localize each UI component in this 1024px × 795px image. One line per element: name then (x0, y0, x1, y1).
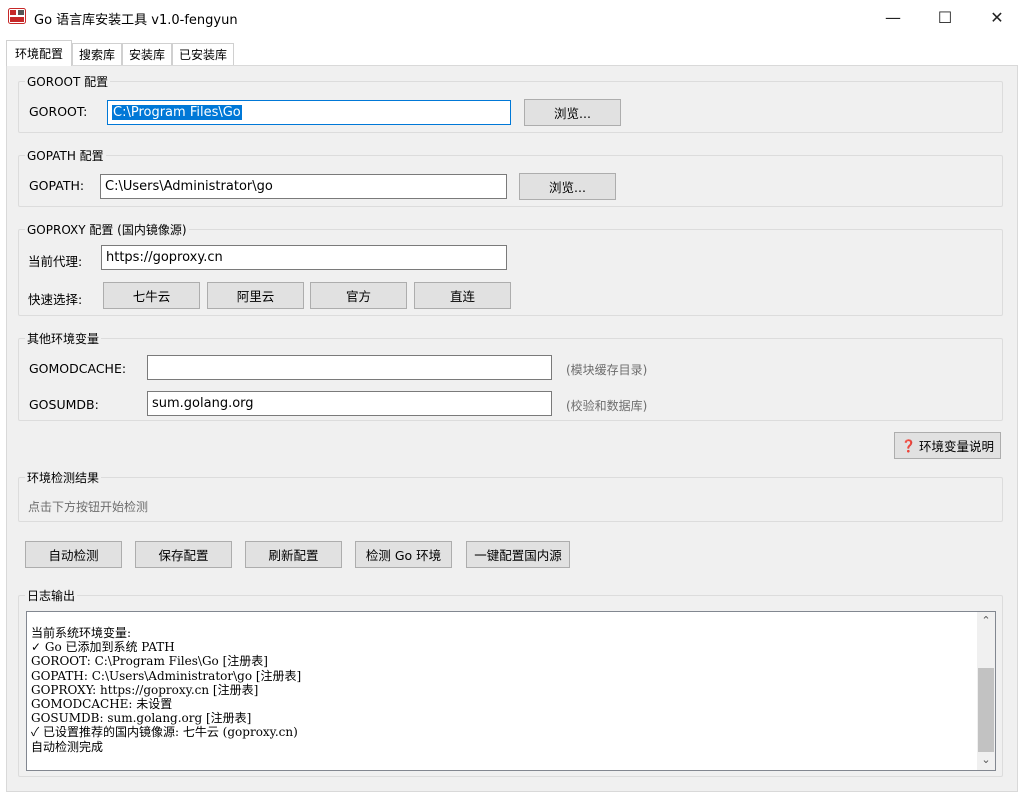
check-go-env-button[interactable]: 检测 Go 环境 (355, 541, 452, 568)
gomodcache-hint: (模块缓存目录) (566, 363, 648, 377)
gomodcache-label: GOMODCACHE: (29, 361, 127, 376)
log-line: 自动检测完成 (31, 739, 104, 754)
detect-result-text: 点击下方按钮开始检测 (28, 500, 149, 514)
gosumdb-input[interactable]: sum.golang.org (147, 391, 552, 416)
detect-result-group-title: 环境检测结果 (25, 469, 102, 486)
scrollbar-thumb[interactable] (978, 668, 994, 752)
log-line: GOROOT: C:\Program Files\Go [注册表] (31, 654, 268, 669)
proxy-qiniu-button[interactable]: 七牛云 (103, 282, 200, 309)
env-help-button[interactable]: ❓ 环境变量说明 (894, 432, 1001, 459)
auto-detect-button[interactable]: 自动检测 (25, 541, 122, 568)
scroll-up-icon[interactable]: ⌃ (977, 614, 995, 630)
current-proxy-label: 当前代理: (28, 254, 83, 269)
goproxy-input[interactable]: https://goproxy.cn (101, 245, 507, 270)
gosumdb-hint: (校验和数据库) (566, 399, 648, 413)
detect-result-group (18, 477, 1003, 522)
one-click-domestic-button[interactable]: 一键配置国内源 (466, 541, 570, 568)
tab-env-config[interactable]: 环境配置 (6, 40, 72, 66)
gomodcache-input[interactable] (147, 355, 552, 380)
tab-install[interactable]: 安装库 (122, 43, 172, 65)
gopath-input[interactable]: C:\Users\Administrator\go (100, 174, 507, 199)
help-icon: ❓ (901, 438, 916, 453)
env-help-label: 环境变量说明 (918, 439, 994, 454)
refresh-config-button[interactable]: 刷新配置 (245, 541, 342, 568)
log-line: GOMODCACHE: 未设置 (31, 697, 173, 712)
window-title: Go 语言库安装工具 v1.0-fengyun (34, 13, 238, 28)
other-env-group-title: 其他环境变量 (25, 330, 102, 347)
quick-select-label: 快速选择: (28, 292, 83, 307)
close-button[interactable]: ✕ (974, 0, 1020, 34)
minimize-button[interactable]: — (870, 0, 916, 34)
tab-search[interactable]: 搜索库 (72, 43, 122, 65)
proxy-aliyun-button[interactable]: 阿里云 (207, 282, 304, 309)
scroll-down-icon[interactable]: ⌄ (977, 753, 995, 769)
goproxy-group-title: GOPROXY 配置 (国内镜像源) (25, 221, 189, 238)
title-bar: Go 语言库安装工具 v1.0-fengyun — ☐ ✕ (0, 0, 1024, 34)
save-config-button[interactable]: 保存配置 (135, 541, 232, 568)
gopath-group-title: GOPATH 配置 (25, 147, 106, 164)
tab-installed[interactable]: 已安装库 (172, 43, 234, 65)
log-line: GOPATH: C:\Users\Administrator\go [注册表] (31, 668, 302, 683)
log-text: 当前系统环境变量: ✓ Go 已添加到系统 PATH GOROOT: C:\Prog… (31, 626, 301, 754)
log-line: ✓ 已设置推荐的国内镜像源: 七牛云 (goproxy.cn) (31, 725, 298, 740)
log-line: 当前系统环境变量: (31, 626, 132, 640)
gopath-browse-button[interactable]: 浏览... (519, 173, 616, 200)
app-icon (8, 8, 26, 24)
proxy-direct-button[interactable]: 直连 (414, 282, 511, 309)
goroot-value: C:\Program Files\Go (112, 105, 242, 120)
log-line: GOSUMDB: sum.golang.org [注册表] (31, 711, 252, 726)
log-line: ✓ Go 已添加到系统 PATH (31, 640, 175, 655)
goroot-browse-button[interactable]: 浏览... (524, 99, 621, 126)
log-scrollbar[interactable]: ⌃ ⌄ (977, 612, 995, 770)
gopath-label: GOPATH: (29, 178, 85, 193)
log-output[interactable]: 当前系统环境变量: ✓ Go 已添加到系统 PATH GOROOT: C:\Prog… (26, 611, 996, 771)
maximize-button[interactable]: ☐ (922, 0, 968, 34)
goroot-group-title: GOROOT 配置 (25, 73, 111, 90)
gosumdb-label: GOSUMDB: (29, 397, 99, 412)
log-line: GOPROXY: https://goproxy.cn [注册表] (31, 682, 259, 697)
proxy-official-button[interactable]: 官方 (310, 282, 407, 309)
goroot-input[interactable]: C:\Program Files\Go (107, 100, 511, 125)
goroot-label: GOROOT: (29, 104, 88, 119)
log-group-title: 日志输出 (25, 587, 78, 604)
